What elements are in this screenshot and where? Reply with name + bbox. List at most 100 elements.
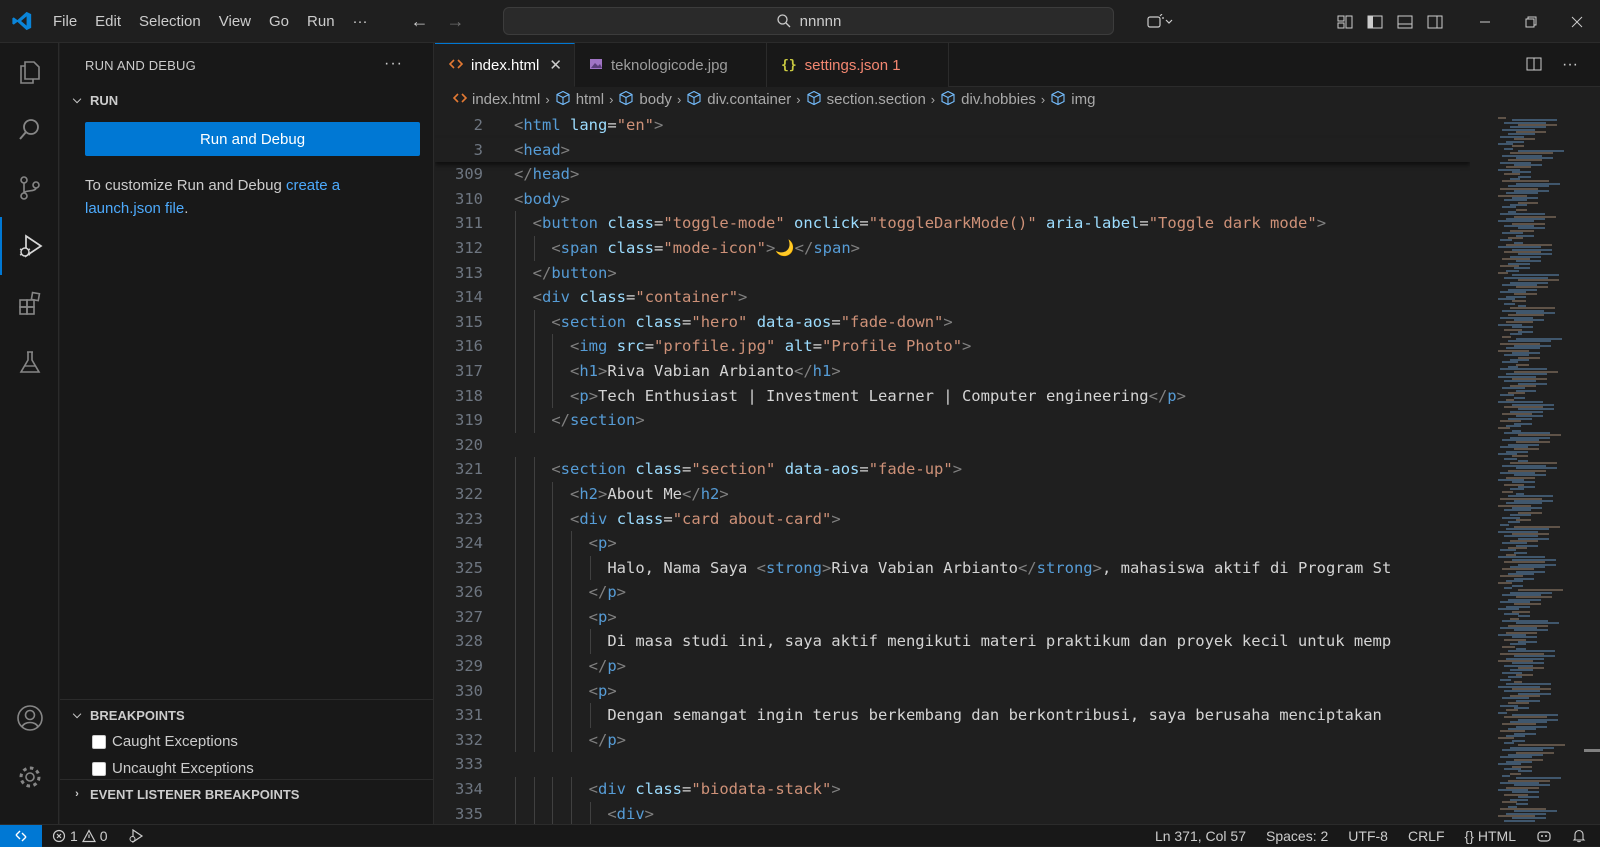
code-line[interactable]: 324 <p> <box>435 531 1470 556</box>
code-line[interactable]: 335 <div> <box>435 801 1470 824</box>
more-actions-icon[interactable]: ··· <box>1562 56 1578 74</box>
breadcrumb-item[interactable]: section.section <box>806 90 926 110</box>
indentation[interactable]: Spaces: 2 <box>1256 828 1338 844</box>
search-icon[interactable] <box>0 101 59 159</box>
debug-launch-icon[interactable] <box>118 828 154 843</box>
copilot-icon[interactable] <box>1140 0 1180 43</box>
run-and-debug-button[interactable]: Run and Debug <box>85 122 420 156</box>
code-token: </ <box>794 361 813 380</box>
code-line[interactable]: 328 Di masa studi ini, saya aktif mengik… <box>435 629 1470 655</box>
code-line[interactable]: 317 <h1>Riva Vabian Arbianto</h1> <box>435 358 1470 384</box>
restore-icon[interactable] <box>1508 0 1554 43</box>
settings-gear-icon[interactable] <box>0 748 59 806</box>
sticky-scroll-line[interactable]: 3 <head> <box>435 137 1470 163</box>
menu-item-view[interactable]: View <box>210 0 260 43</box>
code-line[interactable]: 334 <div class="biodata-stack"> <box>435 777 1470 802</box>
code-line[interactable]: 326 </p> <box>435 580 1470 605</box>
code-line[interactable]: 331 Dengan semangat ingin terus berkemba… <box>435 703 1470 728</box>
code-line[interactable]: 323 <div class="card about-card"> <box>435 506 1470 532</box>
run-and-debug-icon[interactable] <box>0 217 59 275</box>
code-line[interactable]: 319 </section> <box>435 408 1470 433</box>
caught-exceptions-checkbox[interactable] <box>92 734 106 749</box>
copilot-status-icon[interactable] <box>1526 829 1562 843</box>
code-line[interactable]: 313 </button> <box>435 260 1470 286</box>
uncaught-exceptions-checkbox[interactable] <box>92 761 106 776</box>
extensions-icon[interactable] <box>0 275 59 333</box>
minimap[interactable] <box>1470 113 1600 824</box>
toggle-primary-sidebar-icon[interactable] <box>1360 0 1390 43</box>
command-center-search[interactable]: nnnnn <box>503 7 1114 35</box>
menu-item-selection[interactable]: Selection <box>130 0 210 43</box>
code-line[interactable]: 329 </p> <box>435 654 1470 679</box>
minimap-line <box>1500 678 1511 681</box>
menu-item-run[interactable]: Run <box>298 0 344 43</box>
back-arrow-icon[interactable]: ← <box>407 11 433 32</box>
toggle-panel-icon[interactable] <box>1390 0 1420 43</box>
breadcrumb-item[interactable]: body <box>618 90 672 110</box>
code-line[interactable]: 311 <button class="toggle-mode" onclick=… <box>435 211 1470 236</box>
code-line[interactable]: 315 <section class="hero" data-aos="fade… <box>435 309 1470 335</box>
breadcrumb-item[interactable]: img <box>1050 90 1095 110</box>
cursor-position[interactable]: Ln 371, Col 57 <box>1145 828 1256 844</box>
menu-item-edit[interactable]: Edit <box>86 0 130 43</box>
code-line[interactable]: 318 <p>Tech Enthusiast | Investment Lear… <box>435 383 1470 409</box>
end-of-line[interactable]: CRLF <box>1398 828 1455 844</box>
close-window-icon[interactable] <box>1554 0 1600 43</box>
indent-guide <box>515 506 516 532</box>
notifications-bell-icon[interactable] <box>1562 829 1600 843</box>
code-token: < <box>588 534 598 553</box>
customize-layout-icon[interactable] <box>1330 0 1360 43</box>
problems-indicator[interactable]: 1 0 <box>42 828 118 844</box>
code-line[interactable]: 333 <box>435 752 1470 777</box>
more-actions-icon[interactable]: ··· <box>384 55 403 73</box>
event-listener-breakpoints-header[interactable]: › EVENT LISTENER BREAKPOINTS <box>60 781 434 807</box>
breadcrumb-item[interactable]: html <box>555 90 604 110</box>
code-line[interactable]: 320 <box>435 433 1470 458</box>
code-line[interactable]: 327 <p> <box>435 604 1470 630</box>
line-number: 318 <box>455 386 483 405</box>
remote-indicator-icon[interactable] <box>0 824 42 847</box>
caught-exceptions-row[interactable]: Caught Exceptions <box>60 728 434 755</box>
run-section-header[interactable]: ⌵ RUN <box>60 87 433 113</box>
breadcrumb-item[interactable]: div.hobbies <box>940 90 1036 110</box>
code-token: > <box>607 607 617 626</box>
language-mode[interactable]: {} HTML <box>1455 828 1526 844</box>
code-line[interactable]: 322 <h2>About Me</h2> <box>435 481 1470 507</box>
code-line[interactable]: 325 Halo, Nama Saya <strong>Riva Vabian … <box>435 555 1470 581</box>
breadcrumb-item[interactable]: div.container <box>686 90 791 110</box>
menu-item-file[interactable]: File <box>44 0 86 43</box>
code-line[interactable]: 332 </p> <box>435 727 1470 753</box>
encoding[interactable]: UTF-8 <box>1338 828 1398 844</box>
accounts-icon[interactable] <box>0 689 59 747</box>
sticky-scroll-line[interactable]: 2 <html lang="en"> <box>435 113 1470 138</box>
code-line[interactable]: 312 <span class="mode-icon">🌙</span> <box>435 235 1470 261</box>
split-editor-icon[interactable] <box>1526 56 1542 75</box>
tab-teknologicode-jpg[interactable]: teknologicode.jpg <box>575 43 767 87</box>
activity-bar <box>0 43 59 824</box>
forward-arrow-icon[interactable]: → <box>443 11 469 32</box>
code-token: p <box>579 386 589 405</box>
tab-settings-json[interactable]: {} settings.json 1 <box>767 43 949 87</box>
breakpoints-section-header[interactable]: ⌵ BREAKPOINTS <box>60 702 434 728</box>
menu-more-icon[interactable]: ··· <box>344 0 377 43</box>
code-line[interactable]: 321 <section class="section" data-aos="f… <box>435 457 1470 482</box>
indent-guide <box>552 383 554 409</box>
explorer-icon[interactable] <box>0 43 59 101</box>
code-editor[interactable]: 2 <html lang="en"> 3 <head> 309 </head> 310 <bo… <box>435 113 1470 824</box>
code-line[interactable]: 316 <img src="profile.jpg" alt="Profile … <box>435 334 1470 359</box>
code-line[interactable]: 309 </head> <box>435 162 1470 187</box>
uncaught-exceptions-row[interactable]: Uncaught Exceptions <box>60 755 434 782</box>
minimize-icon[interactable] <box>1462 0 1508 43</box>
menu-item-go[interactable]: Go <box>260 0 298 43</box>
code-line[interactable]: 314 <div class="container"> <box>435 285 1470 310</box>
tab-index-html[interactable]: index.html ✕ <box>435 43 575 87</box>
code-line[interactable]: 310 <body> <box>435 187 1470 212</box>
close-tab-icon[interactable]: ✕ <box>549 56 562 74</box>
code-line[interactable]: 330 <p> <box>435 678 1470 704</box>
toggle-secondary-sidebar-icon[interactable] <box>1420 0 1450 43</box>
source-control-icon[interactable] <box>0 159 59 217</box>
testing-flask-icon[interactable] <box>0 333 59 391</box>
indent-guide <box>533 457 535 482</box>
breadcrumb-item[interactable]: index.html <box>452 91 540 109</box>
